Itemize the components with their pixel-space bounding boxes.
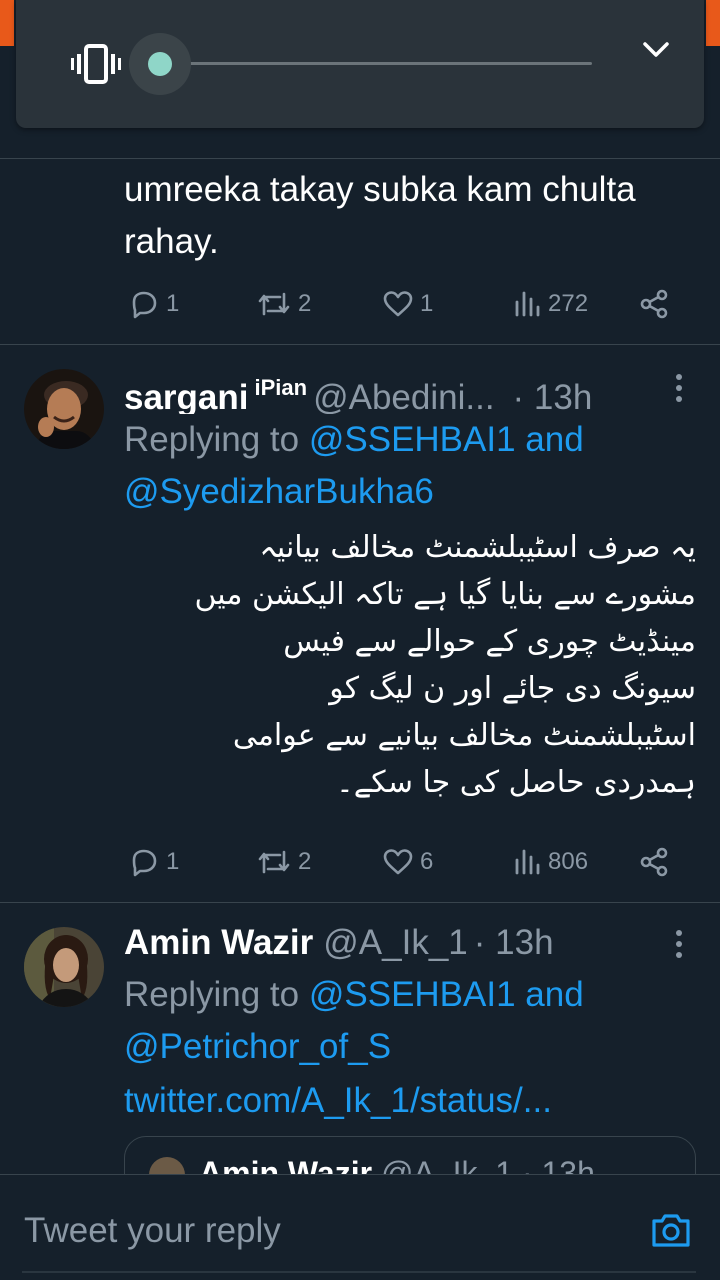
views-count: 806 — [548, 848, 589, 875]
tweet-header: Amin Wazir @A_Ik_1 · 13h — [124, 917, 704, 969]
status-bar-edge — [0, 0, 14, 46]
handle[interactable]: @Abedini... — [313, 378, 494, 414]
reply-button[interactable]: 1 — [128, 282, 179, 326]
like-count: 1 — [420, 290, 434, 317]
tweet-text-line: umreeka takay subka kam chulta — [124, 170, 636, 209]
tweet-header: sargani iPian @Abedini... · 13h — [124, 362, 704, 414]
tweet-link: twitter.com/A_Ik_1/status/... — [124, 1075, 552, 1127]
replying-to: Replying to @SSEHBAI1 and @SyedizharBukh… — [124, 414, 584, 518]
mention-link[interactable]: @Petrichor_of_S — [124, 1027, 391, 1066]
display-name[interactable]: Amin Wazir — [124, 923, 313, 962]
tweet-text-line: سیونگ دی جائے اور ن لیگ کو — [329, 671, 696, 706]
retweet-count: 2 — [298, 290, 312, 317]
mention-link[interactable]: @SyedizharBukha6 — [124, 472, 434, 511]
composer-underline — [22, 1271, 696, 1273]
mention-link[interactable]: @SSEHBAI1 and — [309, 420, 584, 459]
tweet-text-line: یہ صرف اسٹیبلشمنٹ مخالف بیانیہ — [259, 530, 696, 565]
heart-icon — [383, 849, 413, 875]
share-button[interactable] — [638, 282, 670, 326]
share-icon — [640, 289, 668, 319]
like-button[interactable]: 1 — [382, 282, 433, 326]
replying-prefix: Replying to — [124, 975, 300, 1014]
tweet-actions: 1 2 6 806 — [124, 840, 684, 884]
tweet-actions: 1 2 1 272 — [124, 282, 684, 326]
like-count: 6 — [420, 848, 434, 875]
handle[interactable]: @A_Ik_1 — [323, 923, 468, 962]
name-badge: iPian — [254, 375, 308, 400]
retweet-button[interactable]: 2 — [256, 282, 311, 326]
retweet-icon — [258, 292, 290, 316]
reply-count: 1 — [166, 848, 180, 875]
avatar[interactable] — [24, 927, 104, 1007]
reply-count: 1 — [166, 290, 180, 317]
retweet-button[interactable]: 2 — [256, 840, 311, 884]
retweet-icon — [258, 850, 290, 874]
status-link[interactable]: twitter.com/A_Ik_1/status/... — [124, 1081, 552, 1120]
reply-icon — [132, 849, 157, 877]
reply-input[interactable] — [24, 1207, 624, 1255]
views-button[interactable]: 272 — [512, 282, 588, 326]
heart-icon — [383, 291, 413, 317]
views-icon — [515, 291, 540, 317]
mention-link[interactable]: @SSEHBAI1 and — [309, 975, 584, 1014]
replying-to: Replying to @SSEHBAI1 and @Petrichor_of_… — [124, 969, 584, 1073]
reply-composer — [0, 1174, 720, 1280]
divider — [0, 344, 720, 345]
volume-slider-thumb[interactable] — [148, 52, 172, 76]
share-icon — [640, 847, 668, 877]
reply-button[interactable]: 1 — [128, 840, 179, 884]
divider — [0, 158, 720, 159]
views-button[interactable]: 806 — [512, 840, 588, 884]
chevron-down-icon[interactable] — [640, 36, 672, 64]
views-icon — [515, 849, 540, 875]
more-options-icon[interactable] — [670, 368, 688, 408]
tweet-text-line: rahay. — [124, 222, 219, 261]
views-count: 272 — [548, 290, 589, 317]
timestamp: · 13h — [473, 923, 554, 962]
timestamp: · 13h — [512, 378, 593, 414]
display-name[interactable]: sargani — [124, 378, 249, 414]
vibrate-icon[interactable] — [70, 44, 122, 84]
tweet-text-line: اسٹیبلشمنٹ مخالف بیانیے سے عوامی — [232, 718, 696, 753]
volume-panel — [16, 0, 704, 128]
avatar[interactable] — [24, 369, 104, 449]
like-button[interactable]: 6 — [382, 840, 433, 884]
tweet-text-line: مینڈیٹ چوری کے حوالے سے فیس — [283, 624, 696, 659]
tweet-text-line: ہمدردی حاصل کی جا سکے۔ — [336, 765, 696, 800]
tweet-text: یہ صرف اسٹیبلشمنٹ مخالف بیانیہ مشورے سے … — [124, 524, 696, 806]
camera-icon[interactable] — [650, 1211, 692, 1249]
divider — [0, 902, 720, 903]
replying-prefix: Replying to — [124, 420, 300, 459]
share-button[interactable] — [638, 840, 670, 884]
reply-icon — [132, 291, 157, 319]
tweet-text-line: مشورے سے بنایا گیا ہے تاکہ الیکشن میں — [194, 577, 696, 612]
volume-slider-track[interactable] — [160, 62, 592, 65]
status-bar-edge — [706, 0, 720, 46]
tweet-text: umreeka takay subka kam chulta rahay. — [124, 164, 636, 268]
retweet-count: 2 — [298, 848, 312, 875]
more-options-icon[interactable] — [670, 924, 688, 964]
